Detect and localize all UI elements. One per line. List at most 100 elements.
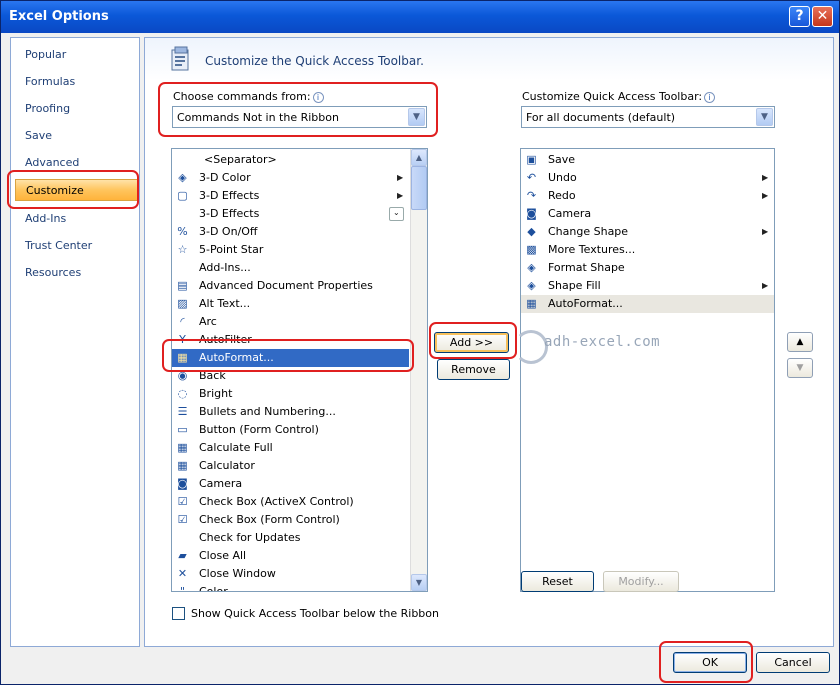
qat-list-item[interactable]: ▩ More Textures... — [521, 241, 774, 259]
item-label: Camera — [199, 477, 243, 490]
commands-list-item[interactable]: ◈ 3-D Color ▶ — [172, 169, 409, 187]
reset-button[interactable]: Reset — [521, 571, 594, 592]
chevron-down-icon[interactable]: ▼ — [756, 108, 773, 126]
customize-qat-dropdown[interactable]: For all documents (default) ▼ — [521, 106, 775, 128]
excel-options-dialog: Excel Options ? ✕ Popular Formulas Proofin… — [0, 0, 840, 685]
commands-list-item[interactable]: ▭ Button (Form Control) — [172, 421, 409, 439]
qat-list-item[interactable]: ◈ Shape Fill ▶ — [521, 277, 774, 295]
item-label: Alt Text... — [199, 297, 251, 310]
add-button[interactable]: Add >> — [434, 332, 509, 353]
commands-list-item[interactable]: 3-D Effects ⌄ — [172, 205, 409, 223]
ok-button[interactable]: OK — [673, 652, 747, 673]
move-down-button[interactable]: ▼ — [787, 358, 813, 378]
qat-list-item[interactable]: ◈ Format Shape — [521, 259, 774, 277]
commands-list-item[interactable]: ✕ Close Window — [172, 565, 409, 583]
format-shape-icon: ◈ — [527, 261, 536, 274]
nav-item-advanced[interactable]: Advanced — [11, 152, 139, 174]
commands-list-item[interactable]: ▦ Calculate Full — [172, 439, 409, 457]
qat-list-item[interactable]: ↷ Redo ▶ — [521, 187, 774, 205]
modify-button[interactable]: Modify... — [603, 571, 679, 592]
commands-list-item[interactable]: ◜ Arc — [172, 313, 409, 331]
commands-scrollbar[interactable]: ▲ ▼ — [410, 149, 427, 591]
bright-icon: ◌ — [177, 387, 188, 400]
item-label: 3-D On/Off — [199, 225, 258, 238]
commands-list-item[interactable]: ▦ Calculator — [172, 457, 409, 475]
commands-list-item[interactable]: ▢ 3-D Effects ▶ — [172, 187, 409, 205]
autoformat-icon: ▦ — [526, 297, 537, 310]
item-label: Check Box (Form Control) — [199, 513, 340, 526]
submenu-arrow-icon: ▶ — [762, 227, 769, 236]
choose-commands-label-text: Choose commands from: — [173, 90, 311, 103]
commands-list[interactable]: <Separator> ◈ 3-D Color ▶ ▢ 3-D Effects ▶ 3-D E… — [171, 148, 428, 592]
item-label: Undo — [548, 171, 577, 184]
choose-commands-label: Choose commands from: i — [173, 90, 324, 103]
scroll-up-icon[interactable]: ▲ — [411, 149, 427, 166]
chevron-down-icon[interactable]: ▼ — [408, 108, 425, 126]
nav-item-trust-center[interactable]: Trust Center — [11, 235, 139, 257]
toggle-3d-icon: % — [177, 225, 188, 238]
nav-item-customize[interactable]: Customize — [15, 179, 139, 201]
qat-list-item[interactable]: ◆ Change Shape ▶ — [521, 223, 774, 241]
camera-icon: ◙ — [526, 207, 537, 220]
submenu-arrow-icon: ▶ — [762, 173, 769, 182]
cancel-button[interactable]: Cancel — [756, 652, 830, 673]
close-icon[interactable]: ✕ — [812, 6, 833, 27]
commands-list-item[interactable]: % 3-D On/Off — [172, 223, 409, 241]
cube-icon: ▢ — [177, 189, 188, 202]
scroll-down-icon[interactable]: ▼ — [411, 574, 427, 591]
commands-list-item[interactable]: ☑ Check Box (Form Control) — [172, 511, 409, 529]
submenu-arrow-icon: ▶ — [397, 191, 404, 200]
commands-list-item[interactable]: Y AutoFilter — [172, 331, 409, 349]
watermark-text: adh-excel.com — [544, 334, 661, 350]
item-label: Change Shape — [548, 225, 629, 238]
nav-item-save[interactable]: Save — [11, 125, 139, 147]
qat-list-item[interactable]: ◙ Camera — [521, 205, 774, 223]
qat-list-item[interactable]: ▦ AutoFormat... — [521, 295, 774, 313]
textures-icon: ▩ — [526, 243, 537, 256]
commands-list-item[interactable]: ☆ 5-Point Star — [172, 241, 409, 259]
item-label: Back — [199, 369, 226, 382]
commands-list-item[interactable]: ☰ Bullets and Numbering... — [172, 403, 409, 421]
qat-list[interactable]: ▣ Save ↶ Undo ▶ ↷ Redo ▶ ◙ Camera ◆ Change Shape ▶ ▩ M… — [520, 148, 775, 592]
nav-item-resources[interactable]: Resources — [11, 262, 139, 284]
star-icon: ☆ — [177, 243, 188, 256]
commands-list-item[interactable]: ◉ Back — [172, 367, 409, 385]
commands-list-item[interactable]: ▤ Advanced Document Properties — [172, 277, 409, 295]
scroll-thumb[interactable] — [411, 166, 427, 210]
commands-list-item[interactable]: Check for Updates — [172, 529, 409, 547]
split-dropdown-icon: ⌄ — [389, 207, 404, 221]
calculator-icon: ▦ — [177, 459, 188, 472]
qat-list-item[interactable]: ▣ Save — [521, 151, 774, 169]
show-below-ribbon-checkbox[interactable] — [172, 607, 185, 620]
info-icon: i — [312, 91, 324, 103]
item-label: Format Shape — [548, 261, 625, 274]
qat-list-item[interactable]: ↶ Undo ▶ — [521, 169, 774, 187]
nav-item-popular[interactable]: Popular — [11, 44, 139, 66]
nav-item-add-ins[interactable]: Add-Ins — [11, 208, 139, 230]
commands-list-item[interactable]: Add-Ins... — [172, 259, 409, 277]
choose-commands-dropdown[interactable]: Commands Not in the Ribbon ▼ — [172, 106, 427, 128]
remove-button[interactable]: Remove — [437, 359, 510, 380]
commands-list-item[interactable]: ◙ Camera — [172, 475, 409, 493]
help-icon[interactable]: ? — [789, 6, 810, 27]
commands-list-item[interactable]: <Separator> — [172, 151, 409, 169]
document-properties-icon: ▤ — [177, 279, 188, 292]
commands-list-item[interactable]: ◌ Bright — [172, 385, 409, 403]
options-nav: Popular Formulas Proofing Save Advanced Custo… — [10, 37, 140, 647]
nav-item-proofing[interactable]: Proofing — [11, 98, 139, 120]
quick-access-toolbar-icon — [171, 46, 189, 71]
choose-commands-value: Commands Not in the Ribbon — [177, 111, 339, 124]
move-up-button[interactable]: ▲ — [787, 332, 813, 352]
item-label: 3-D Effects — [199, 207, 260, 220]
commands-list-item[interactable]: ▰ Close All — [172, 547, 409, 565]
nav-item-formulas[interactable]: Formulas — [11, 71, 139, 93]
commands-list-item[interactable]: ▨ Alt Text... — [172, 295, 409, 313]
commands-list-item[interactable]: ▦ AutoFormat... — [172, 349, 409, 367]
item-label: 5-Point Star — [199, 243, 264, 256]
panel-header: Customize the Quick Access Toolbar. — [145, 38, 833, 80]
commands-list-item[interactable]: " Color — [172, 583, 409, 591]
shape-fill-icon: ◈ — [527, 279, 536, 292]
save-icon: ▣ — [526, 153, 537, 166]
paint-bucket-icon: ◈ — [178, 171, 187, 184]
commands-list-item[interactable]: ☑ Check Box (ActiveX Control) — [172, 493, 409, 511]
